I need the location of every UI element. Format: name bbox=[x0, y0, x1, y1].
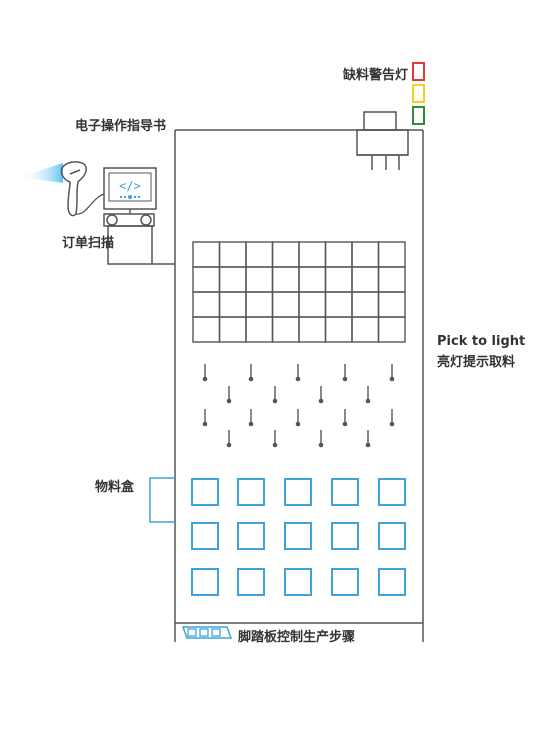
indicator-lamp bbox=[248, 409, 254, 427]
shelf-cell bbox=[324, 241, 353, 268]
indicator-lamp bbox=[342, 409, 348, 427]
pick-indicator-lamps bbox=[202, 364, 395, 448]
shelf-cell bbox=[218, 241, 247, 268]
order-scan-label: 订单扫描 bbox=[62, 235, 114, 251]
shelf-cell bbox=[218, 291, 247, 318]
material-box bbox=[378, 522, 406, 550]
material-box-bracket bbox=[149, 477, 175, 523]
foot-pedal-icon bbox=[181, 626, 233, 639]
shelf-cell bbox=[192, 266, 221, 293]
shelf-cell bbox=[245, 291, 274, 318]
indicator-lamp bbox=[272, 430, 278, 448]
scanner-stand bbox=[103, 213, 175, 265]
shelf-cell bbox=[377, 291, 406, 318]
pick-to-light-label: Pick to light bbox=[437, 334, 525, 349]
pick-shelf-grid bbox=[192, 241, 406, 343]
pick-to-light-workstation-diagram: 缺料警告灯 电子操作指导书 </> 订单扫描 Pick to light 亮灯提… bbox=[20, 62, 525, 645]
material-box bbox=[237, 522, 265, 550]
barcode-scanner-icon bbox=[60, 161, 87, 217]
top-mount-box bbox=[356, 111, 409, 170]
material-box bbox=[191, 568, 219, 596]
shelf-cell bbox=[192, 291, 221, 318]
material-box bbox=[284, 478, 312, 506]
material-box bbox=[191, 522, 219, 550]
shelf-cell bbox=[298, 241, 327, 268]
shelf-cell bbox=[271, 241, 300, 268]
shelf-cell bbox=[377, 241, 406, 268]
indicator-lamp bbox=[226, 430, 232, 448]
material-box bbox=[284, 568, 312, 596]
material-box bbox=[378, 568, 406, 596]
shelf-cell bbox=[298, 316, 327, 343]
material-box bbox=[284, 522, 312, 550]
shelf-cell bbox=[245, 266, 274, 293]
warning-light-green bbox=[412, 106, 425, 125]
indicator-lamp bbox=[295, 409, 301, 427]
shelf-cell bbox=[351, 291, 380, 318]
shelf-cell bbox=[298, 266, 327, 293]
material-box-label: 物料盒 bbox=[95, 479, 135, 495]
shelf-cell bbox=[245, 241, 274, 268]
shelf-cell bbox=[271, 316, 300, 343]
indicator-lamp bbox=[202, 409, 208, 427]
material-box bbox=[237, 478, 265, 506]
shelf-cell bbox=[351, 241, 380, 268]
shelf-cell bbox=[324, 266, 353, 293]
material-box bbox=[331, 478, 359, 506]
screen-code-glyph: </> bbox=[119, 179, 141, 193]
shelf-cell bbox=[298, 291, 327, 318]
shelf-cell bbox=[218, 316, 247, 343]
indicator-lamp bbox=[272, 386, 278, 404]
shelf-cell bbox=[192, 316, 221, 343]
material-box bbox=[331, 522, 359, 550]
indicator-lamp bbox=[295, 364, 301, 382]
shelf-cell bbox=[377, 266, 406, 293]
warning-light-label: 缺料警告灯 bbox=[342, 67, 408, 83]
warning-light-red bbox=[412, 62, 425, 81]
indicator-lamp bbox=[365, 430, 371, 448]
shelf-cell bbox=[351, 316, 380, 343]
shelf-cell bbox=[351, 266, 380, 293]
shelf-cell bbox=[218, 266, 247, 293]
shelf-cell bbox=[271, 266, 300, 293]
indicator-lamp bbox=[389, 364, 395, 382]
shelf-cell bbox=[377, 316, 406, 343]
monitor-icon: </> bbox=[103, 167, 157, 214]
indicator-lamp bbox=[365, 386, 371, 404]
indicator-lamp bbox=[226, 386, 232, 404]
indicator-lamp bbox=[318, 430, 324, 448]
scanner-cable bbox=[75, 193, 105, 215]
material-box bbox=[331, 568, 359, 596]
material-box bbox=[191, 478, 219, 506]
indicator-lamp bbox=[318, 386, 324, 404]
indicator-lamp bbox=[342, 364, 348, 382]
foot-pedal-label: 脚踏板控制生产步骤 bbox=[238, 629, 355, 645]
indicator-lamp bbox=[389, 409, 395, 427]
shelf-cell bbox=[271, 291, 300, 318]
material-box bbox=[237, 568, 265, 596]
pick-to-light-cn-label: 亮灯提示取料 bbox=[437, 354, 515, 370]
electronic-guide-label: 电子操作指导书 bbox=[75, 118, 166, 134]
shelf-cell bbox=[245, 316, 274, 343]
material-box-grid bbox=[191, 478, 406, 596]
scan-beam bbox=[20, 163, 63, 183]
shelf-cell bbox=[324, 291, 353, 318]
shelf-cell bbox=[192, 241, 221, 268]
warning-light-yellow bbox=[412, 84, 425, 103]
material-box bbox=[378, 478, 406, 506]
shelf-cell bbox=[324, 316, 353, 343]
indicator-lamp bbox=[202, 364, 208, 382]
workstation-frame bbox=[174, 129, 424, 642]
warning-light-tower bbox=[412, 62, 425, 125]
indicator-lamp bbox=[248, 364, 254, 382]
